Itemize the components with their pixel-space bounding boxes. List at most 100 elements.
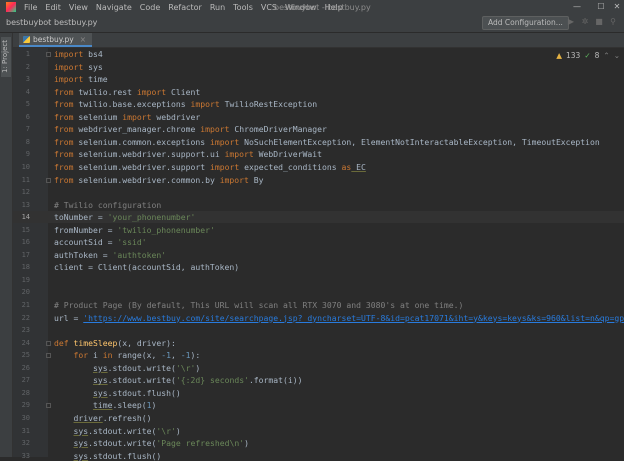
- code-line[interactable]: from selenium.webdriver.support.ui impor…: [54, 149, 322, 159]
- next-highlight-icon[interactable]: ⌄: [614, 51, 620, 60]
- menu-code[interactable]: Code: [136, 3, 164, 12]
- code-line[interactable]: sys.stdout.write('{:2d} seconds'.format(…: [54, 375, 303, 385]
- code-token: import: [54, 74, 84, 85]
- code-line[interactable]: toNumber = 'your_phonenumber': [54, 212, 195, 222]
- code-token: ): [175, 425, 181, 436]
- code-line[interactable]: from selenium import webdriver: [54, 112, 200, 122]
- code-line[interactable]: sys.stdout.write('Page refreshed\n'): [54, 438, 249, 448]
- code-line[interactable]: from twilio.base.exceptions import Twili…: [54, 99, 317, 109]
- code-line[interactable]: time.sleep(1): [54, 400, 156, 410]
- maximize-button[interactable]: ☐: [590, 0, 612, 14]
- code-token: Client: [166, 86, 201, 97]
- tab-label: bestbuy.py: [33, 34, 74, 44]
- line-number: 4: [25, 87, 30, 96]
- code-line[interactable]: fromNumber = 'twilio_phonenumber': [54, 225, 215, 235]
- code-line[interactable]: import time: [54, 74, 108, 84]
- code-token: from: [54, 124, 74, 135]
- menu-view[interactable]: View: [65, 3, 92, 12]
- fold-marker-icon[interactable]: [46, 340, 51, 346]
- code-line[interactable]: from selenium.common.exceptions import N…: [54, 137, 600, 147]
- menu-refactor[interactable]: Refactor: [164, 3, 206, 12]
- menu-file[interactable]: File: [20, 3, 41, 12]
- code-token: .stdout.write(: [107, 375, 176, 386]
- code-line[interactable]: sys.stdout.flush(): [54, 388, 181, 398]
- code-line[interactable]: def timeSleep(x, driver):: [54, 338, 176, 348]
- code-token: client = Client(accountSid, authToken): [54, 262, 240, 273]
- line-number: 7: [25, 125, 30, 134]
- fold-marker-icon[interactable]: [46, 403, 51, 409]
- code-line[interactable]: from selenium.webdriver.support import e…: [54, 162, 366, 172]
- code-line[interactable]: from selenium.webdriver.common.by import…: [54, 175, 264, 185]
- line-number: 27: [21, 376, 30, 385]
- code-token: authToken =: [54, 249, 113, 260]
- line-number: 33: [21, 451, 30, 460]
- code-token: 'your_phonenumber': [107, 212, 196, 223]
- code-line[interactable]: driver.refresh(): [54, 413, 152, 423]
- code-token: .stdout.flush(): [88, 450, 162, 461]
- add-configuration-button[interactable]: Add Configuration...: [482, 16, 569, 30]
- code-token: for: [73, 350, 89, 361]
- minimize-button[interactable]: —: [566, 0, 588, 14]
- line-number: 21: [21, 301, 30, 309]
- code-line[interactable]: authToken = 'authtoken': [54, 250, 166, 260]
- code-line[interactable]: import sys: [54, 62, 103, 72]
- close-window-button[interactable]: ✕: [610, 0, 624, 14]
- menu-edit[interactable]: Edit: [41, 3, 65, 12]
- menu-navigate[interactable]: Navigate: [92, 3, 136, 12]
- code-line[interactable]: # Twilio configuration: [54, 200, 161, 210]
- code-token: toNumber =: [54, 212, 108, 223]
- close-tab-icon[interactable]: ×: [80, 33, 86, 46]
- code-token: -1: [161, 350, 171, 361]
- code-line[interactable]: sys.stdout.write('\r'): [54, 363, 200, 373]
- code-token: import: [209, 161, 240, 172]
- previous-highlight-icon[interactable]: ⌃: [603, 51, 609, 60]
- code-line[interactable]: for i in range(x, -1, -1):: [54, 350, 201, 361]
- menu-tools[interactable]: Tools: [229, 3, 257, 12]
- code-token: 'authtoken': [112, 249, 167, 260]
- code-line[interactable]: from twilio.rest import Client: [54, 87, 200, 97]
- code-line[interactable]: sys.stdout.write('\r'): [54, 426, 181, 436]
- debug-icon[interactable]: ✲: [580, 17, 590, 27]
- breadcrumb-file[interactable]: bestbuy.py: [54, 18, 97, 27]
- code-token: import: [122, 111, 152, 122]
- stop-icon[interactable]: ■: [594, 17, 604, 27]
- code-line[interactable]: import bs4: [54, 49, 103, 59]
- code-line[interactable]: accountSid = 'ssid': [54, 237, 147, 247]
- line-number: 18: [21, 263, 30, 272]
- check-count: 8: [594, 51, 600, 60]
- code-token: import: [219, 174, 249, 185]
- breadcrumb-project[interactable]: bestbuybot: [6, 18, 51, 27]
- code-token: import: [190, 99, 220, 110]
- inspection-widget[interactable]: ▲ 133 ✓ 8 ⌃ ⌄: [556, 51, 620, 60]
- line-number: 1: [25, 50, 30, 58]
- code-token: fromNumber =: [54, 224, 118, 235]
- code-token: in: [102, 350, 113, 361]
- code-token: sys: [92, 375, 108, 386]
- code-line[interactable]: client = Client(accountSid, authToken): [54, 262, 239, 272]
- fold-marker-icon[interactable]: [46, 177, 51, 183]
- line-number: 10: [21, 162, 30, 171]
- code-token: selenium.webdriver.support: [73, 161, 210, 172]
- code-line[interactable]: url = 'https://www.bestbuy.com/site/sear…: [54, 313, 624, 323]
- code-token: sys: [73, 425, 89, 436]
- code-line[interactable]: # Product Page (By default, This URL wil…: [54, 300, 463, 310]
- fold-marker-icon[interactable]: [46, 52, 51, 57]
- menu-run[interactable]: Run: [206, 3, 229, 12]
- line-number: 11: [21, 175, 30, 184]
- line-number: 28: [21, 388, 30, 397]
- run-icon[interactable]: ▶: [566, 17, 576, 27]
- fold-marker-icon[interactable]: [46, 353, 51, 359]
- code-line[interactable]: from webdriver_manager.chrome import Chr…: [54, 124, 327, 134]
- line-number: 22: [21, 313, 30, 322]
- window-title: bestbuybot - bestbuy.py: [274, 2, 371, 12]
- tab-bestbuy-py[interactable]: bestbuy.py ×: [19, 33, 92, 47]
- search-everywhere-icon[interactable]: ⚲: [608, 17, 618, 27]
- code-line[interactable]: sys.stdout.flush(): [54, 450, 162, 461]
- line-number: 31: [21, 426, 30, 435]
- code-token: .stdout.write(: [88, 438, 157, 449]
- line-number: 13: [21, 200, 30, 209]
